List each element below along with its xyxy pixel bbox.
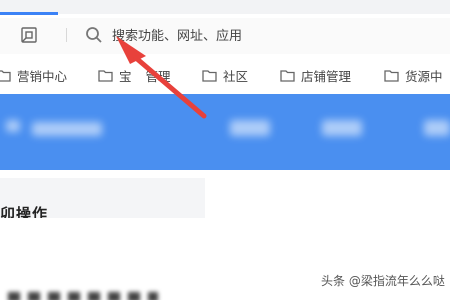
folder-icon xyxy=(98,69,113,82)
bookmark-label: 宝 xyxy=(119,68,132,84)
blurred-nav-item[interactable] xyxy=(424,120,450,136)
bookmark-bar: 营销中心 宝 管理 社区 店铺管理 货源中 xyxy=(0,60,450,88)
app-grid-icon[interactable] xyxy=(20,26,38,44)
bookmark-label: 社区 xyxy=(223,68,249,84)
bookmark-item-shop-management[interactable]: 店铺管理 xyxy=(280,66,351,84)
folder-icon xyxy=(202,69,217,82)
blurred-nav-item[interactable] xyxy=(322,120,362,136)
watermark: 头条 @梁指流年么么哒 xyxy=(321,274,445,288)
loading-bar xyxy=(0,12,58,15)
folder-icon xyxy=(0,69,11,82)
bookmark-label: 营销中心 xyxy=(17,68,68,84)
divider xyxy=(66,28,67,42)
top-nav-banner xyxy=(0,94,450,170)
bookmark-item-product[interactable]: 宝 管理 xyxy=(98,66,171,84)
bookmark-label: 货源中 xyxy=(405,68,443,84)
blurred-text xyxy=(8,292,158,300)
blurred-nav-item[interactable] xyxy=(230,120,270,136)
bookmark-label-suffix: 管理 xyxy=(145,68,171,84)
bookmark-item-sourcing[interactable]: 货源中 xyxy=(384,66,443,84)
bookmark-item-marketing[interactable]: 营销中心 xyxy=(0,66,67,84)
bookmark-item-community[interactable]: 社区 xyxy=(202,66,248,84)
folder-icon xyxy=(384,69,399,82)
browser-top-strip xyxy=(0,0,450,14)
search-input[interactable] xyxy=(112,24,412,48)
blurred-nav-item[interactable] xyxy=(6,120,20,132)
folder-icon xyxy=(280,69,295,82)
blurred-nav-item[interactable] xyxy=(32,122,102,136)
bookmark-label: 店铺管理 xyxy=(301,68,352,84)
search-icon[interactable] xyxy=(84,25,104,45)
